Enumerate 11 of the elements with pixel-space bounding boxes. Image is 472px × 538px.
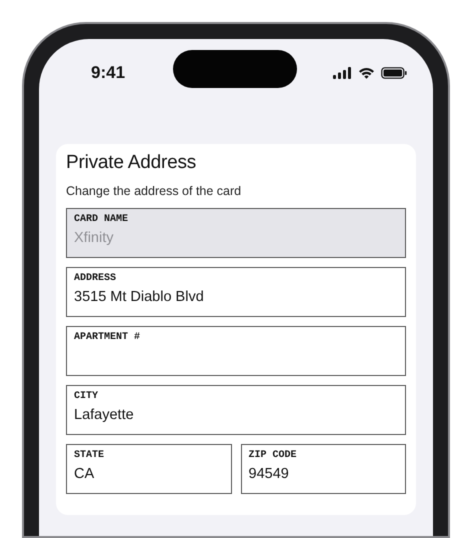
card-subtitle: Change the address of the card (66, 184, 242, 198)
input-field[interactable]: ADDRESS 3515 Mt Diablo Blvd (66, 267, 406, 317)
card-title: Private Address (66, 152, 198, 174)
input-field[interactable]: ZIP CODE 94549 (240, 444, 406, 494)
status-time: 9:41 (91, 63, 126, 83)
input-field[interactable]: APARTMENT # (66, 326, 406, 376)
signal-icon (333, 67, 352, 79)
input-field[interactable]: STATE CA (66, 444, 232, 494)
wifi-icon (358, 67, 375, 79)
battery-icon (381, 67, 407, 79)
input-field[interactable]: CITY Lafayette (66, 385, 406, 435)
